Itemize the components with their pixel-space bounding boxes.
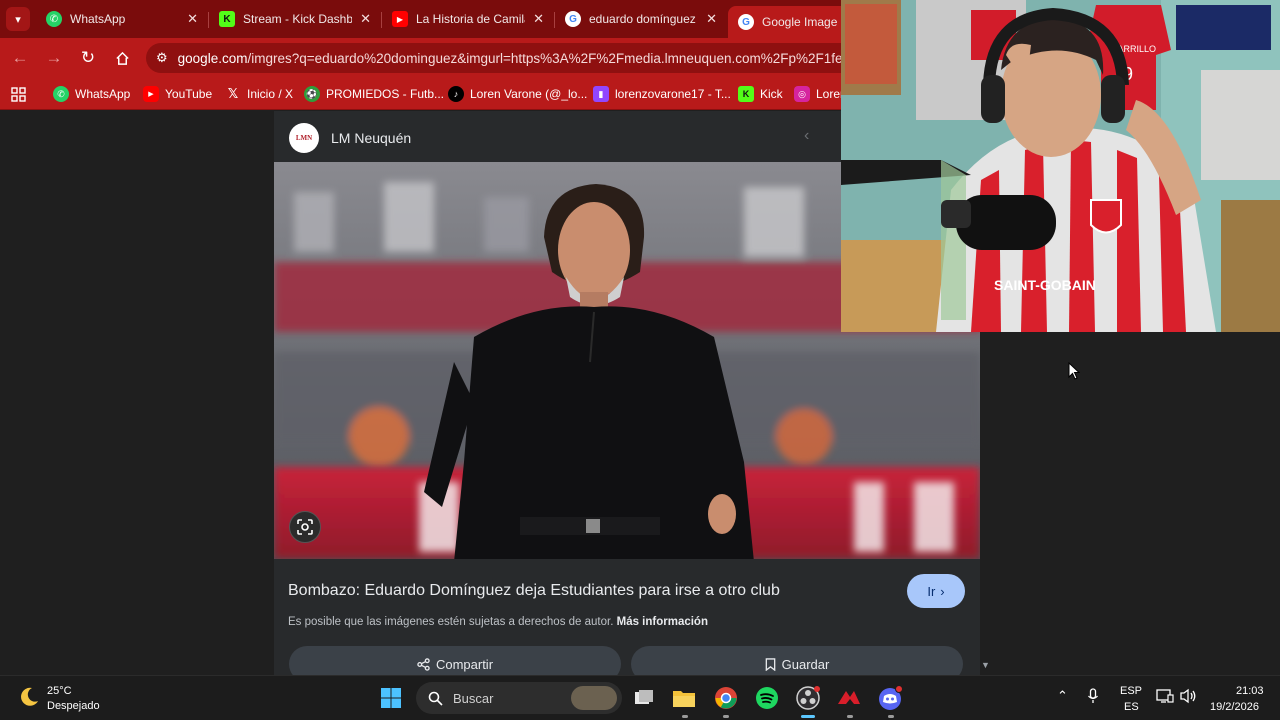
mouse-cursor-icon <box>1068 362 1080 380</box>
tab-kick-dashboard[interactable]: K Stream - Kick Dashbo ✕ <box>209 4 381 34</box>
promiedos-icon: ⚽ <box>304 86 320 102</box>
keyboard-layout[interactable]: ES <box>1124 701 1139 713</box>
taskbar-search[interactable]: Buscar <box>416 682 622 714</box>
instagram-icon: ◎ <box>794 86 810 102</box>
red-app-icon <box>838 691 860 704</box>
weather-temperature[interactable]: 25°C <box>47 685 72 697</box>
task-view-button[interactable] <box>631 685 657 711</box>
chevron-down-icon: ▾ <box>15 13 21 26</box>
obs-icon <box>796 686 820 710</box>
bookmark-tiktok[interactable]: ♪ Loren Varone (@_lo... <box>448 84 587 104</box>
moon-icon[interactable] <box>18 686 40 708</box>
reload-icon: ↻ <box>80 48 96 67</box>
twitch-icon: ▮ <box>593 86 609 102</box>
speaker-icon <box>1180 688 1196 704</box>
url-domain: google.com <box>177 50 248 66</box>
search-highlight-image <box>571 686 617 710</box>
clock-time[interactable]: 21:03 <box>1236 685 1264 697</box>
game-launcher-button[interactable] <box>836 685 862 711</box>
search-icon <box>428 691 443 706</box>
close-tab-icon[interactable]: ✕ <box>533 11 544 27</box>
discord-button[interactable] <box>877 685 903 711</box>
bookmark-icon <box>765 657 775 671</box>
chevron-right-icon: › <box>940 583 945 599</box>
url-path: /imgres?q=eduardo%20dominguez&imgurl=htt… <box>247 50 862 66</box>
tab-whatsapp[interactable]: ✆ WhatsApp ✕ <box>36 4 208 34</box>
microphone-icon <box>1088 688 1098 703</box>
close-tab-icon[interactable]: ✕ <box>360 11 371 27</box>
tab-youtube-camila[interactable]: ▶ La Historia de Camila ✕ <box>382 4 554 34</box>
clock-date[interactable]: 19/2/2026 <box>1210 701 1259 713</box>
jersey-sponsor-text: SAINT-GOBAIN <box>994 277 1096 293</box>
microphone-button[interactable] <box>1087 688 1099 707</box>
reload-button[interactable]: ↻ <box>76 46 100 70</box>
visit-button[interactable]: Ir › <box>907 574 965 608</box>
arrow-right-icon: → <box>45 48 63 67</box>
home-button[interactable] <box>110 46 134 70</box>
show-hidden-icons-button[interactable]: ⌃ <box>1057 688 1068 704</box>
kick-icon: K <box>219 11 235 27</box>
tab-search-button[interactable]: ▾ <box>6 7 30 31</box>
folder-icon <box>673 691 695 707</box>
home-icon <box>115 51 129 65</box>
kick-icon: K <box>738 86 754 102</box>
weather-description[interactable]: Despejado <box>47 700 100 712</box>
network-icon <box>1156 689 1174 703</box>
tab-google-search[interactable]: G eduardo domínguez ✕ <box>555 4 727 34</box>
network-button[interactable] <box>1156 688 1174 707</box>
bookmark-twitch[interactable]: ▮ lorenzovarone17 - T... <box>593 84 731 104</box>
start-button[interactable] <box>378 685 404 711</box>
google-icon: G <box>738 14 754 30</box>
arrow-left-icon: ← <box>11 48 29 67</box>
bookmark-instagram[interactable]: ◎ Loren <box>794 84 847 104</box>
spotify-icon <box>756 687 778 709</box>
spotify-button[interactable] <box>754 685 780 711</box>
input-language[interactable]: ESP <box>1120 685 1142 697</box>
apps-grid-icon <box>11 86 26 102</box>
site-settings-icon[interactable]: ⚙ <box>156 50 168 66</box>
lens-icon <box>297 519 313 535</box>
volume-button[interactable] <box>1180 688 1197 707</box>
bookmark-x[interactable]: 𝕏 Inicio / X <box>225 84 293 104</box>
x-icon: 𝕏 <box>227 86 239 101</box>
windows-icon <box>381 688 401 708</box>
bookmark-youtube[interactable]: ▶ YouTube <box>143 84 212 104</box>
close-tab-icon[interactable]: ✕ <box>187 11 198 27</box>
youtube-icon: ▶ <box>392 11 408 27</box>
bookmark-kick[interactable]: K Kick <box>738 84 783 104</box>
bookmark-whatsapp[interactable]: ✆ WhatsApp <box>53 84 130 104</box>
chrome-taskbar-button[interactable] <box>713 685 739 711</box>
source-logo[interactable]: LMN <box>289 123 319 153</box>
google-icon: G <box>565 11 581 27</box>
google-lens-button[interactable] <box>289 511 321 543</box>
streamer-camera: CARRILLO 9 SAINT-GOBAIN <box>841 0 1280 332</box>
chrome-icon <box>715 687 737 709</box>
chevron-up-icon: ⌃ <box>1057 688 1068 703</box>
windows-taskbar: 25°C Despejado Buscar ⌃ ESP ES 21:03 19/… <box>0 675 1280 720</box>
save-button[interactable]: Guardar <box>631 646 963 675</box>
back-button[interactable]: ← <box>8 46 32 70</box>
result-headline[interactable]: Bombazo: Eduardo Domínguez deja Estudian… <box>288 582 780 600</box>
bookmark-promiedos[interactable]: ⚽ PROMIEDOS - Futb... <box>304 84 444 104</box>
source-name[interactable]: LM Neuquén <box>331 130 411 146</box>
address-bar[interactable]: ⚙ google.com/imgres?q=eduardo%20domingue… <box>146 43 866 73</box>
copyright-notice: Es posible que las imágenes estén sujeta… <box>288 616 708 628</box>
chevron-left-icon[interactable]: ‹ <box>804 127 809 145</box>
discord-icon <box>879 685 903 710</box>
more-info-link[interactable]: Más información <box>617 616 708 628</box>
whatsapp-icon: ✆ <box>53 86 69 102</box>
file-explorer-button[interactable] <box>671 685 697 711</box>
whatsapp-icon: ✆ <box>46 11 62 27</box>
share-icon <box>417 657 430 671</box>
share-button[interactable]: Compartir <box>289 646 621 675</box>
tiktok-icon: ♪ <box>448 86 464 102</box>
task-view-icon <box>635 690 653 704</box>
forward-button[interactable]: → <box>42 46 66 70</box>
apps-button[interactable] <box>11 84 26 104</box>
scroll-down-arrow[interactable]: ▼ <box>981 660 990 670</box>
close-tab-icon[interactable]: ✕ <box>706 11 717 27</box>
obs-button[interactable] <box>795 685 821 711</box>
webcam-overlay: CARRILLO 9 SAINT-GOBAIN <box>841 0 1280 332</box>
youtube-icon: ▶ <box>143 86 159 102</box>
